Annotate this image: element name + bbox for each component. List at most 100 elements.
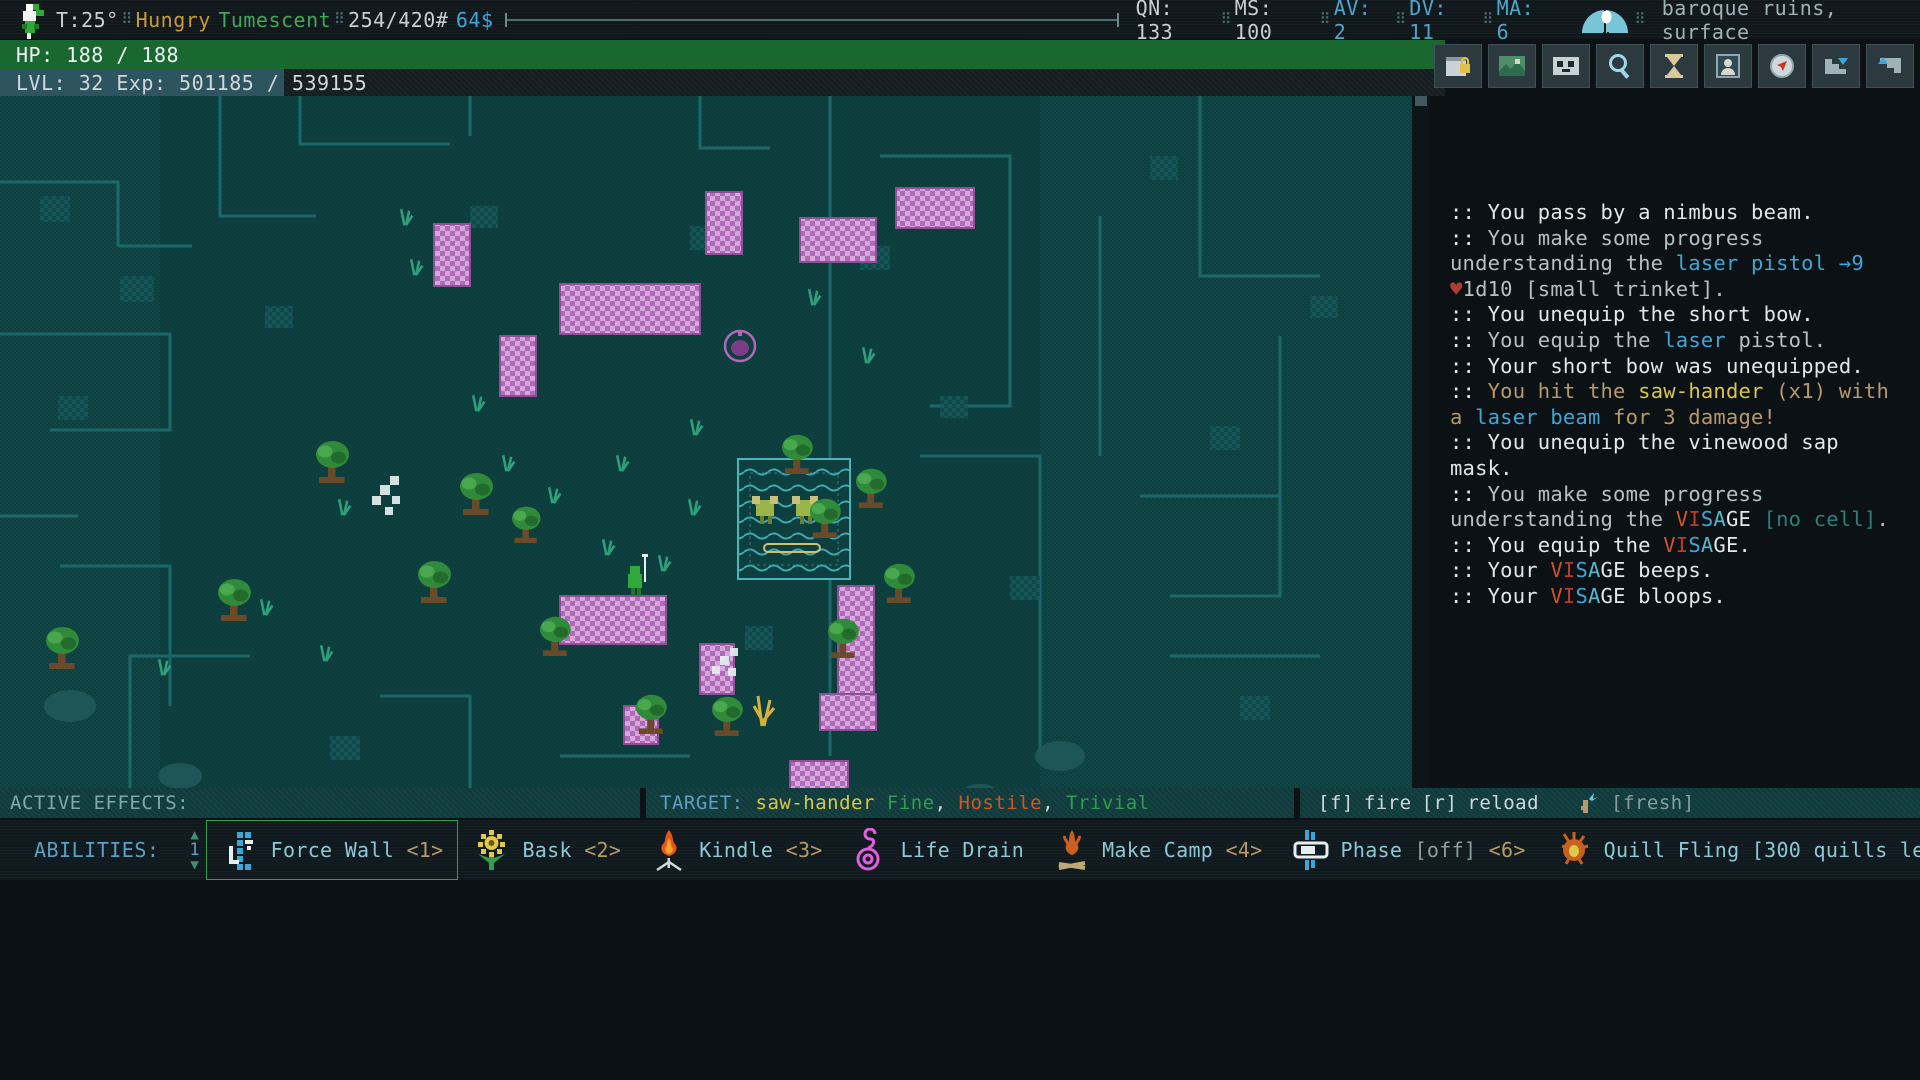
stairs-down-icon[interactable] [1812,44,1860,88]
ability-make-camp[interactable]: Make Camp <4> [1038,821,1276,879]
money-readout: 64$ [455,7,494,32]
separator-dots: ⠿ [121,10,133,28]
inventory-lock-icon[interactable] [1434,44,1482,88]
ability-life-drain[interactable]: Life Drain [837,821,1038,879]
game-screen: T:25° ⠿ Hungry Tumescent ⠿ 254/420# 64$ … [0,0,1920,1080]
active-effects-label: ACTIVE EFFECTS: [10,792,190,814]
separator-dots-2: ⠿ [333,10,346,28]
target-bar[interactable]: TARGET: saw-hander Fine, Hostile, Trivia… [646,788,1294,818]
bask-flower-icon [472,828,512,872]
laser-pistol-icon [1575,790,1601,816]
map-icon[interactable] [1488,44,1536,88]
ability-force-wall-label: Force Wall <1> [270,838,444,862]
icon-toolbar [1434,44,1914,88]
ability-quill-fling-label: Quill Fling [300 quills left] <7> [1603,838,1920,862]
message-log[interactable]: :: You pass by a nimbus beam.:: You make… [1430,96,1920,788]
location-readout: baroque ruins, surface [1661,0,1838,44]
sep-5: ⠿ [1395,10,1407,28]
search-icon[interactable] [1596,44,1644,88]
target-label: TARGET: [660,792,744,814]
log-line: :: You unequip the short bow. [1450,302,1814,327]
stairs-up-icon[interactable] [1866,44,1914,88]
log-line: mask. [1450,455,1513,480]
av-readout: AV: 2 [1333,0,1372,44]
tiles-icon[interactable] [1542,44,1590,88]
xp-text: LVL: 32 Exp: 501185 / 539155 [16,71,367,95]
quickness-readout: QN: 133 [1135,0,1174,44]
log-line: ♥1d10 [small trinket]. [1450,276,1726,301]
target-difficulty: Trivial [1066,792,1150,814]
hourglass-icon[interactable] [1650,44,1698,88]
ability-make-camp-label: Make Camp <4> [1102,838,1263,862]
map-canvas[interactable] [0,96,1412,788]
ability-bask[interactable]: Bask <2> [458,821,635,879]
log-line: :: You hit the saw-hander (x1) with [1450,379,1889,404]
log-line: :: You pass by a nimbus beam. [1450,200,1814,224]
carry-weight: 254/420# [348,7,449,32]
log-line: :: Your VISAGE beeps. [1450,558,1714,583]
target-quality: Fine [886,792,935,814]
ability-phase-label: Phase [off] <6> [1340,838,1526,862]
moon-phase-icon [1578,3,1632,37]
ability-life-drain-label: Life Drain [900,838,1025,862]
hp-text: HP: 188 / 188 [16,42,180,67]
log-line: :: Your VISAGE bloops. [1450,583,1726,608]
target-name: saw-hander [755,792,875,814]
ma-readout: MA: 6 [1496,0,1535,44]
sep-6: ⠿ [1482,10,1494,28]
level-text: LVL: 32 Exp: 501185 [16,71,255,95]
log-line: :: Your short bow was unequipped. [1450,353,1864,378]
weapon-action-bar[interactable]: [f] fire [r] reload [fresh] [1300,788,1920,818]
abilities-label: ABILITIES: [34,838,160,862]
hunger-status: Hungry [135,7,211,32]
map-scrollbar[interactable] [1412,96,1430,788]
quill-fling-icon [1554,828,1594,872]
log-line: :: You unequip the vinewood sap [1450,430,1839,455]
ability-force-wall[interactable]: Force Wall <1> [205,820,459,880]
abilities-pager[interactable]: ▲ 1 ▼ [189,828,199,872]
top-status-bar: T:25° ⠿ Hungry Tumescent ⠿ 254/420# 64$ … [0,0,1920,44]
sep-3: ⠿ [1220,10,1232,28]
ability-bask-label: Bask <2> [522,838,622,862]
log-line: understanding the VISAGE [no cell]. [1450,507,1890,532]
compass-icon[interactable] [1758,44,1806,88]
reload-label[interactable]: reload [1467,792,1539,814]
ammo-state: [fresh] [1611,792,1695,814]
log-line: a laser beam for 3 damage! [1450,404,1777,429]
phase-icon [1291,828,1331,872]
dv-readout: DV: 11 [1409,0,1447,44]
ability-phase[interactable]: Phase [off] <6> [1277,821,1540,879]
log-line: understanding the laser pistol →9 [1450,251,1864,276]
log-line: :: You equip the laser pistol. [1450,327,1827,352]
game-map[interactable] [0,96,1412,788]
hp-bar: HP: 188 / 188 [0,40,1445,69]
reload-key[interactable]: [r] [1422,792,1458,814]
arousal-status: Tumescent [218,7,332,32]
temperature-readout: T:25° [56,7,119,32]
life-drain-icon [851,828,891,872]
ability-kindle-label: Kindle <3> [699,838,823,862]
movespeed-readout: MS: 100 [1234,0,1273,44]
weight-gauge [504,12,1119,27]
player-avatar-icon [10,0,56,40]
character-icon[interactable] [1704,44,1752,88]
xp-bar: LVL: 32 Exp: 501185 / 539155 [0,69,1445,96]
sep-7: ⠿ [1634,10,1646,28]
abilities-bar: ABILITIES: ▲ 1 ▼ Force Wall <1> Bask <2>… [0,820,1920,880]
force-wall-icon [221,828,261,872]
xp-sep: / [266,71,280,95]
kindle-flame-icon [649,828,689,872]
sep-4: ⠿ [1319,10,1332,28]
fire-label[interactable]: fire [1364,792,1412,814]
map-scrollbar-thumb[interactable] [1415,96,1427,106]
ability-kindle[interactable]: Kindle <3> [635,821,836,879]
log-line: :: You make some progress [1450,481,1764,506]
target-disposition: Hostile [958,792,1043,814]
active-effects-bar: ACTIVE EFFECTS: [0,788,640,818]
make-camp-fire-icon [1052,828,1092,872]
fire-key[interactable]: [f] [1318,792,1354,814]
pager-down-icon[interactable]: ▼ [190,858,198,872]
log-line: :: You equip the VISAGE. [1450,532,1752,557]
ability-quill-fling[interactable]: Quill Fling [300 quills left] <7> [1540,821,1920,879]
log-line: :: You make some progress [1450,225,1764,250]
